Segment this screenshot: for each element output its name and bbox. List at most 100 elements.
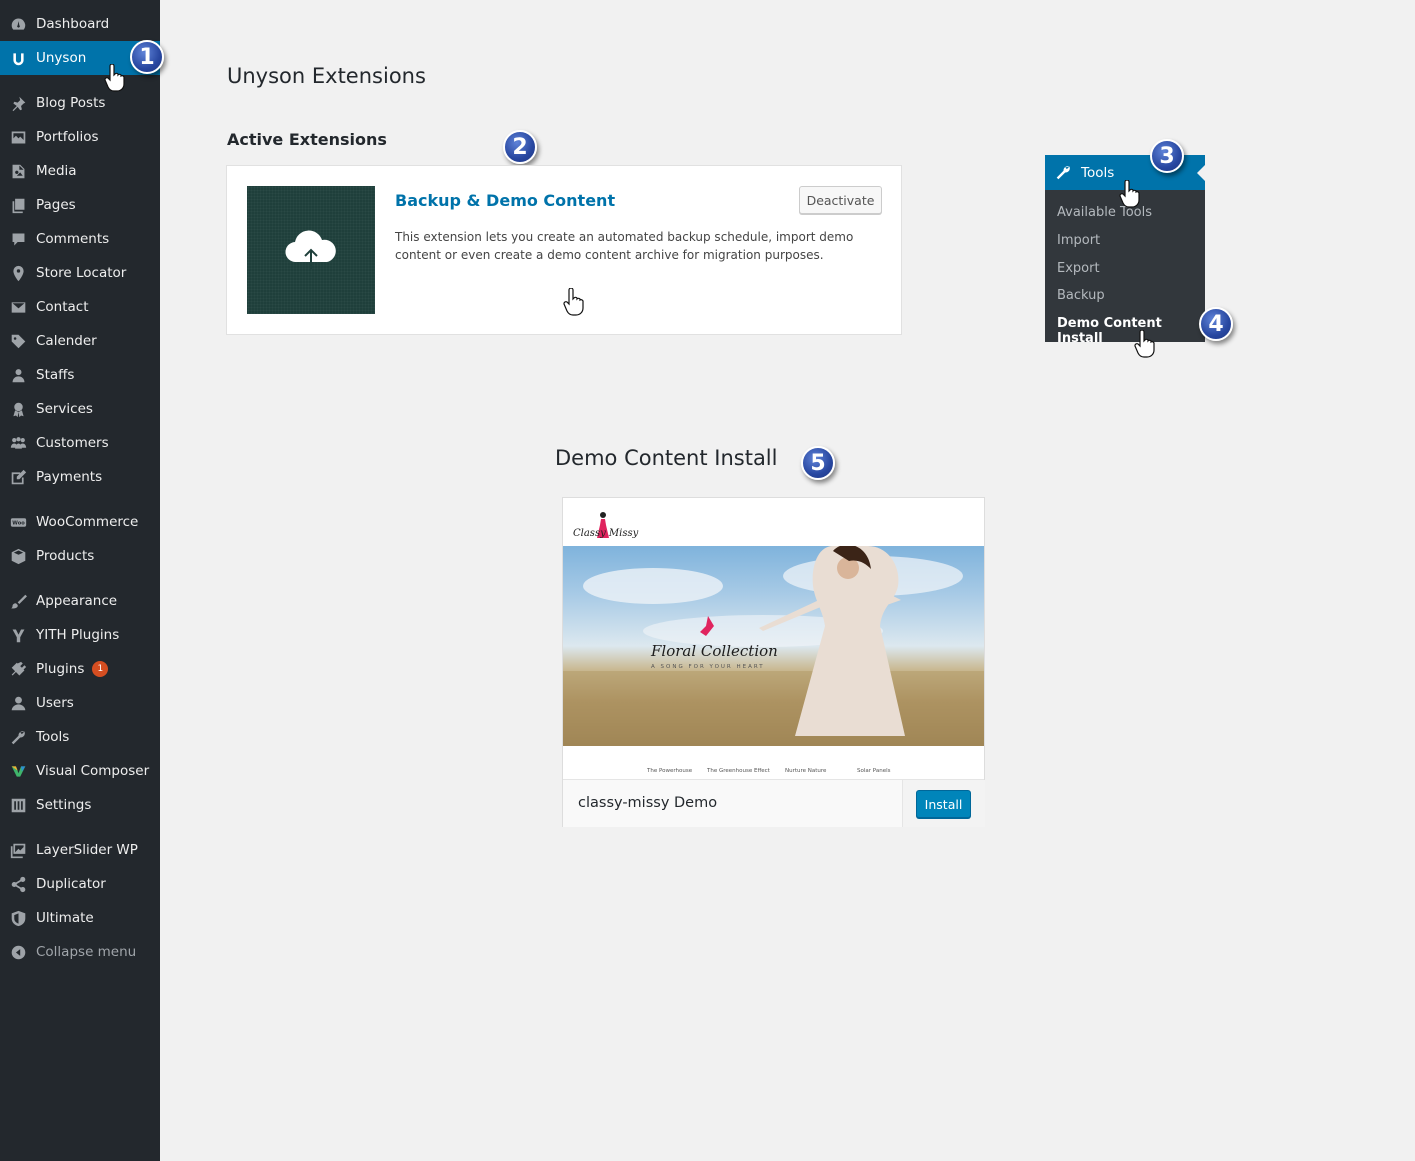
sidebar-item-label: LayerSlider WP xyxy=(36,842,138,858)
sidebar-item-settings[interactable]: Settings xyxy=(0,788,160,822)
sidebar-item-label: Plugins xyxy=(36,661,85,677)
sidebar-item-label: Store Locator xyxy=(36,265,127,281)
sidebar-item-label: Users xyxy=(36,695,74,711)
sidebar-item-users[interactable]: Users xyxy=(0,686,160,720)
sidebar-item-label: Services xyxy=(36,401,93,417)
strip-label: The Greenhouse Effect xyxy=(707,768,770,774)
media-icon xyxy=(8,161,28,181)
comments-icon xyxy=(8,229,28,249)
sidebar-item-label: Dashboard xyxy=(36,16,110,32)
sidebar-item-label: Settings xyxy=(36,797,92,813)
email-icon xyxy=(8,297,28,317)
strip-label: Solar Panels xyxy=(857,768,891,774)
sidebar-item-duplicator[interactable]: Duplicator xyxy=(0,867,160,901)
section-title-demo-install: Demo Content Install xyxy=(555,446,778,470)
sidebar-item-layerslider[interactable]: LayerSlider WP xyxy=(0,833,160,867)
cloud-upload-icon xyxy=(285,230,336,269)
sidebar-item-label: YITH Plugins xyxy=(36,627,120,643)
sidebar-item-label: Tools xyxy=(36,729,70,745)
submenu-item-demo-content-install[interactable]: Demo Content Install xyxy=(1057,316,1205,346)
install-button[interactable]: Install xyxy=(916,790,971,818)
demo-name: classy-missy Demo xyxy=(578,795,718,811)
sidebar-item-ultimate[interactable]: Ultimate xyxy=(0,901,160,935)
sidebar-item-staffs[interactable]: Staffs xyxy=(0,358,160,392)
vc-icon xyxy=(8,761,28,781)
sidebar-item-visual-composer[interactable]: Visual Composer xyxy=(0,754,160,788)
share-icon xyxy=(8,874,28,894)
step-marker-2: 2 xyxy=(503,130,537,164)
demo-screenshot: Classy Missy Floral Collection A SONG FO… xyxy=(563,498,984,779)
sidebar-item-label: Appearance xyxy=(36,593,118,609)
portfolio-icon xyxy=(8,127,28,147)
sidebar-item-label: Media xyxy=(36,163,77,179)
dashboard-icon xyxy=(8,14,28,34)
deactivate-button[interactable]: Deactivate xyxy=(799,186,882,214)
step-marker-4: 4 xyxy=(1199,307,1233,341)
extension-title-link[interactable]: Backup & Demo Content xyxy=(395,191,615,210)
sidebar-item-label: Duplicator xyxy=(36,876,106,892)
sidebar-item-woocommerce[interactable]: Woo WooCommerce xyxy=(0,505,160,539)
sidebar-item-label: WooCommerce xyxy=(36,514,139,530)
sidebar-item-label: Payments xyxy=(36,469,103,485)
location-icon xyxy=(8,263,28,283)
tag-icon xyxy=(8,331,28,351)
sidebar-item-contact[interactable]: Contact xyxy=(0,290,160,324)
hero-title: Floral Collection xyxy=(651,642,778,660)
hand-cursor-icon xyxy=(1119,180,1140,208)
hero-subtitle: A SONG FOR YOUR HEART xyxy=(651,664,765,670)
sidebar-item-dashboard[interactable]: Dashboard xyxy=(0,7,160,41)
submenu-item-export[interactable]: Export xyxy=(1057,261,1100,276)
sidebar-item-calender[interactable]: Calender xyxy=(0,324,160,358)
wrench-icon xyxy=(8,727,28,747)
demo-card-classy-missy: Classy Missy Floral Collection A SONG FO… xyxy=(562,497,985,827)
sidebar-item-label: Staffs xyxy=(36,367,75,383)
sidebar-item-payments[interactable]: Payments xyxy=(0,460,160,494)
update-count-badge: 1 xyxy=(92,661,109,677)
sidebar-item-label: Calender xyxy=(36,333,97,349)
plugin-icon xyxy=(8,659,28,679)
pin-icon xyxy=(8,93,28,113)
edit-icon xyxy=(8,467,28,487)
sidebar-item-services[interactable]: Services xyxy=(0,392,160,426)
demo-card-footer: classy-missy Demo Install xyxy=(563,779,985,827)
award-icon xyxy=(8,399,28,419)
sidebar-item-plugins[interactable]: Plugins 1 xyxy=(0,652,160,686)
sidebar-item-tools[interactable]: Tools xyxy=(0,720,160,754)
user-group-icon xyxy=(8,365,28,385)
unyson-icon xyxy=(8,48,28,68)
sidebar-item-comments[interactable]: Comments xyxy=(0,222,160,256)
sidebar-item-yith-plugins[interactable]: YITH Plugins xyxy=(0,618,160,652)
page-title: Unyson Extensions xyxy=(227,64,426,88)
sidebar-item-products[interactable]: Products xyxy=(0,539,160,573)
sidebar-item-label: Products xyxy=(36,548,95,564)
sidebar-item-blog-posts[interactable]: Blog Posts xyxy=(0,86,160,120)
sidebar-item-appearance[interactable]: Appearance xyxy=(0,584,160,618)
sidebar-item-pages[interactable]: Pages xyxy=(0,188,160,222)
submenu-item-backup[interactable]: Backup xyxy=(1057,288,1105,303)
extension-description: This extension lets you create an automa… xyxy=(395,230,854,262)
sidebar-item-customers[interactable]: Customers xyxy=(0,426,160,460)
slides-icon xyxy=(8,840,28,860)
sidebar-item-label: Ultimate xyxy=(36,910,94,926)
submenu-item-import[interactable]: Import xyxy=(1057,233,1100,248)
tools-menu-title: Tools xyxy=(1081,164,1115,181)
brush-icon xyxy=(8,591,28,611)
woo-icon: Woo xyxy=(8,512,28,532)
wrench-icon xyxy=(1056,166,1070,180)
demo-logo: Classy Missy xyxy=(573,528,639,539)
sidebar-item-label: Portfolios xyxy=(36,129,99,145)
sidebar-item-store-locator[interactable]: Store Locator xyxy=(0,256,160,290)
user-icon xyxy=(8,693,28,713)
groups-icon xyxy=(8,433,28,453)
svg-text:Woo: Woo xyxy=(12,520,25,526)
sidebar-item-label: Customers xyxy=(36,435,109,451)
shield-icon xyxy=(8,908,28,928)
pages-icon xyxy=(8,195,28,215)
demo-actions: Install xyxy=(902,780,985,827)
sidebar-item-label: Visual Composer xyxy=(36,763,150,779)
sidebar-item-media[interactable]: Media xyxy=(0,154,160,188)
sidebar-item-portfolios[interactable]: Portfolios xyxy=(0,120,160,154)
extension-thumbnail xyxy=(247,186,375,314)
active-indicator xyxy=(1197,165,1205,181)
collapse-menu-button[interactable]: Collapse menu xyxy=(0,935,160,969)
